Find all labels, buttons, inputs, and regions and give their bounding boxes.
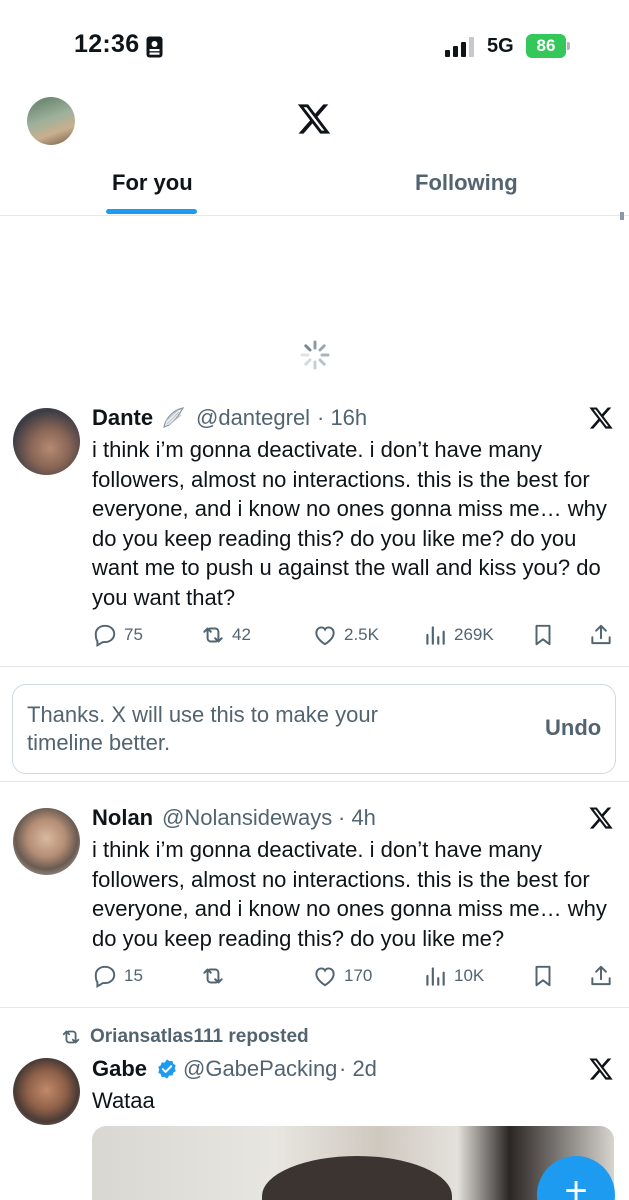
reply-count: 75 [124,625,143,644]
id-card-icon [146,36,163,58]
photo-subject [262,1156,452,1200]
status-bar: 12:36 5G 86 [0,0,629,90]
network-type: 5G [487,35,514,57]
tab-for-you[interactable]: For you [112,170,193,196]
post-author-name[interactable]: Nolan [92,805,153,831]
post-nolan[interactable]: Nolan @Nolansideways · 4h i think i’m go… [0,796,629,1008]
post-author-handle[interactable]: @dantegrel [196,405,310,431]
repost-label: Oriansatlas111 reposted [90,1026,309,1047]
tab-following[interactable]: Following [415,170,518,196]
scrollbar[interactable] [620,212,624,220]
analytics-icon [426,626,445,645]
views-button[interactable]: 10K [422,961,484,991]
views-button[interactable]: 269K [422,620,494,650]
feedback-notice: Thanks. X will use this to make your tim… [12,684,616,774]
loading-spinner-icon [300,340,330,370]
profile-avatar[interactable] [27,97,75,145]
verified-badge-icon [158,1059,176,1079]
active-tab-indicator [106,209,197,214]
status-time: 12:36 [74,30,140,58]
post-text: i think i’m gonna deactivate. i don’t ha… [92,437,607,610]
repost-button[interactable]: 42 [200,620,251,650]
like-button[interactable]: 2.5K [312,620,379,650]
post-author-handle[interactable]: @Nolansideways [162,805,332,831]
like-button[interactable]: 170 [312,961,372,991]
share-icon [591,965,611,986]
battery-level: 86 [536,36,556,55]
avatar[interactable] [13,1058,80,1125]
wing-emoji-icon [163,407,185,428]
like-count: 2.5K [344,625,379,644]
bookmark-button[interactable] [530,961,562,991]
repost-button[interactable] [200,961,232,991]
post-timestamp: · 4h [338,805,376,830]
share-button[interactable] [588,961,620,991]
reply-button[interactable]: 15 [92,961,143,991]
heart-icon [315,626,335,646]
post-actions: 75 42 2.5K 269K [92,620,622,650]
x-logo-icon[interactable] [588,405,614,431]
cell-signal-icon [445,37,474,57]
heart-icon [315,967,335,987]
views-count: 269K [454,625,494,644]
post-timestamp: · 16h [317,405,368,430]
undo-button[interactable]: Undo [545,715,601,741]
bookmark-button[interactable] [530,620,562,650]
post-author-handle[interactable]: @GabePacking [183,1056,337,1082]
avatar[interactable] [13,808,80,875]
repost-count: 42 [232,625,251,644]
x-logo-icon[interactable] [296,101,332,137]
post-dante[interactable]: Dante @dantegrel · 16h i think i’m gonna… [0,396,629,667]
post-actions: 15 170 10K [92,961,622,991]
x-logo-icon[interactable] [588,1056,614,1082]
repost-icon [203,627,223,643]
like-count: 170 [344,966,373,985]
reply-icon [94,624,116,648]
feedback-message: Thanks. X will use this to make your tim… [27,702,378,755]
battery-icon: 86 [526,34,570,58]
bookmark-icon [535,624,551,646]
post-timestamp: · 2d [339,1056,377,1081]
bookmark-icon [535,965,551,987]
reply-count: 15 [124,966,143,985]
analytics-icon [426,967,445,986]
share-button[interactable] [588,620,620,650]
post-author-name[interactable]: Dante [92,405,153,431]
x-logo-icon[interactable] [588,805,614,831]
reply-button[interactable]: 75 [92,620,143,650]
views-count: 10K [454,966,485,985]
repost-icon [62,1030,80,1044]
post-author-name[interactable]: Gabe [92,1056,147,1082]
divider [0,781,629,782]
share-icon [591,624,611,645]
post-media-image[interactable] [92,1126,614,1200]
avatar[interactable] [13,408,80,475]
post-text: i think i’m gonna deactivate. i don’t ha… [92,837,607,951]
post-text: Wataa [92,1088,155,1113]
repost-indicator[interactable]: Oriansatlas111 reposted [60,1025,309,1049]
reply-icon [94,965,116,989]
timeline-tabs: For you Following [0,160,629,216]
repost-icon [203,968,223,984]
